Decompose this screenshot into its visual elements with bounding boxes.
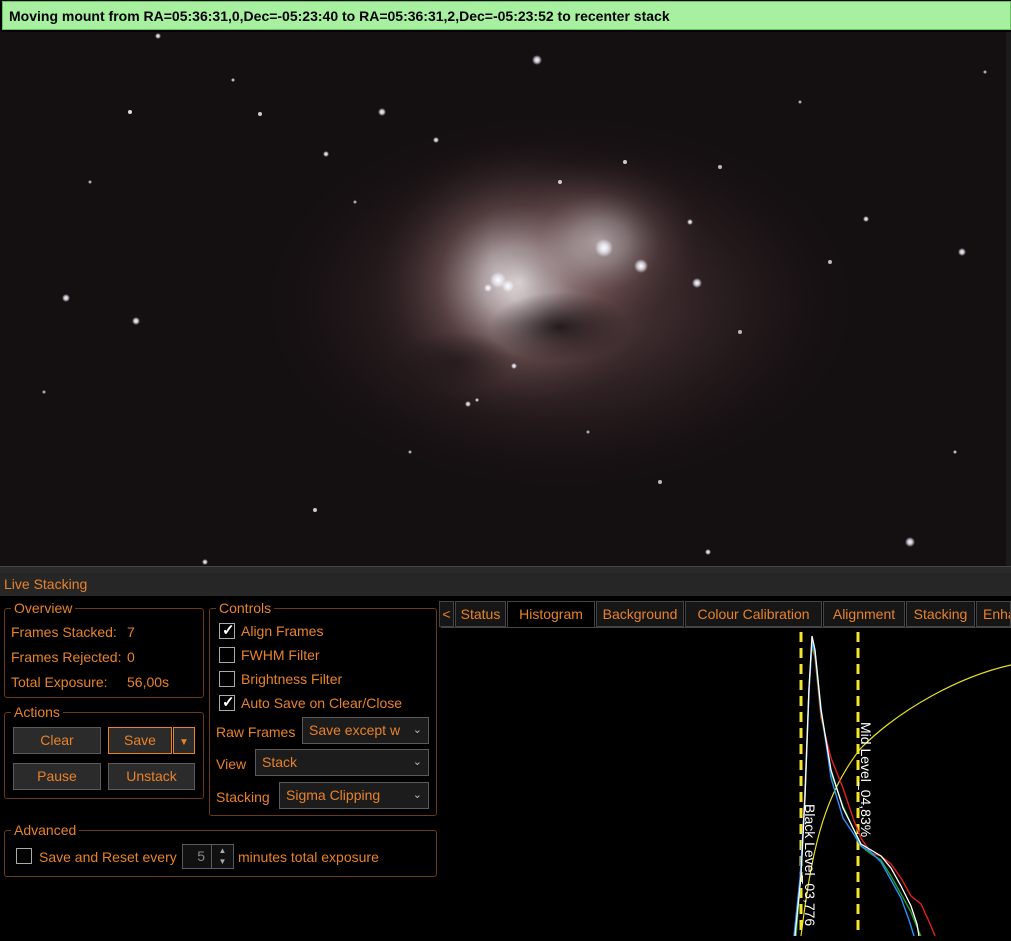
- frames-rejected-label: Frames Rejected:: [11, 649, 122, 665]
- chevron-down-icon[interactable]: ▼: [212, 856, 233, 867]
- pause-button[interactable]: Pause: [13, 763, 101, 790]
- raw-frames-value: Save except w: [309, 722, 401, 738]
- unstack-button[interactable]: Unstack: [108, 763, 195, 790]
- black-level-label: Black Level_03,776: [802, 804, 818, 926]
- overview-group: Overview Frames Stacked: 7 Frames Reject…: [4, 599, 204, 698]
- tab-scroll-left-button[interactable]: <: [439, 601, 454, 627]
- stacking-value: Sigma Clipping: [286, 787, 381, 803]
- advanced-group: Advanced Save and Reset every 5 ▲ ▼ minu…: [4, 821, 437, 877]
- advanced-label: Advanced: [11, 821, 80, 839]
- auto-save-checkbox[interactable]: ✓: [219, 694, 235, 711]
- align-frames-checkbox[interactable]: ✓: [219, 622, 235, 639]
- stacking-label: Stacking: [216, 789, 270, 805]
- raw-frames-select[interactable]: Save except w ⌄: [302, 717, 429, 744]
- tab-bar: < Status Histogram Background Colour Cal…: [439, 601, 1011, 628]
- minutes-suffix-label: minutes total exposure: [238, 849, 379, 865]
- brightness-filter-label: Brightness Filter: [241, 671, 343, 687]
- check-icon: ✓: [222, 694, 235, 711]
- histogram-chart: Black Level_03,776 Mid Level_04,83%: [793, 632, 1011, 937]
- frames-rejected-value: 0: [127, 649, 135, 665]
- view-label: View: [216, 756, 247, 772]
- raw-frames-label: Raw Frames: [216, 724, 296, 740]
- save-button[interactable]: Save: [108, 727, 172, 754]
- chevron-down-icon: ⌄: [412, 789, 422, 801]
- total-exposure-label: Total Exposure:: [11, 674, 108, 690]
- align-frames-label: Align Frames: [241, 623, 324, 639]
- chevron-up-icon[interactable]: ▲: [212, 845, 233, 856]
- view-select[interactable]: Stack ⌄: [255, 749, 429, 776]
- check-icon: ✓: [222, 622, 235, 639]
- tab-histogram[interactable]: Histogram: [507, 601, 595, 628]
- status-bar: Moving mount from RA=05:36:31,0,Dec=-05:…: [0, 0, 1011, 32]
- actions-label: Actions: [11, 703, 63, 721]
- spinner-buttons[interactable]: ▲ ▼: [211, 845, 233, 868]
- chevron-down-icon: ⌄: [412, 724, 422, 736]
- chevron-down-icon: ▼: [179, 737, 189, 748]
- live-stacking-panel: Live Stacking Overview Frames Stacked: 7…: [0, 573, 1011, 937]
- actions-group: Actions Clear Save ▼ Pause Unstack: [4, 703, 204, 799]
- controls-label: Controls: [216, 599, 275, 617]
- frames-stacked-value: 7: [127, 624, 135, 640]
- stack-image-viewport[interactable]: [0, 32, 1006, 566]
- tab-colour-calibration[interactable]: Colour Calibration: [685, 601, 822, 627]
- tab-status[interactable]: Status: [455, 601, 506, 627]
- fwhm-filter-checkbox[interactable]: [219, 647, 235, 663]
- tab-alignment[interactable]: Alignment: [823, 601, 905, 627]
- tab-stacking[interactable]: Stacking: [906, 601, 975, 627]
- fwhm-filter-label: FWHM Filter: [241, 647, 320, 663]
- panel-title: Live Stacking: [0, 573, 1011, 596]
- view-value: Stack: [262, 754, 298, 770]
- tab-enhancement[interactable]: Enha: [976, 601, 1011, 627]
- chevron-down-icon: ⌄: [412, 756, 422, 768]
- clear-button[interactable]: Clear: [13, 727, 101, 754]
- mid-level-label: Mid Level_04,83%: [858, 722, 874, 837]
- frames-stacked-label: Frames Stacked:: [11, 624, 117, 640]
- minutes-spinner[interactable]: 5 ▲ ▼: [182, 844, 234, 869]
- total-exposure-value: 56,00s: [127, 674, 170, 690]
- controls-group: Controls ✓ Align Frames FWHM Filter Brig…: [209, 599, 437, 816]
- stacking-select[interactable]: Sigma Clipping ⌄: [279, 782, 429, 809]
- save-reset-label: Save and Reset every: [39, 849, 177, 865]
- auto-save-label: Auto Save on Clear/Close: [241, 695, 403, 711]
- nebula-image: [0, 32, 1006, 566]
- overview-label: Overview: [11, 599, 76, 617]
- panel-splitter[interactable]: [0, 566, 1011, 573]
- tab-background[interactable]: Background: [596, 601, 684, 627]
- viewport-scrollbar[interactable]: [1006, 32, 1011, 566]
- minutes-value: 5: [197, 848, 205, 864]
- brightness-filter-checkbox[interactable]: [219, 671, 235, 687]
- save-dropdown-button[interactable]: ▼: [173, 727, 195, 754]
- status-message: Moving mount from RA=05:36:31,0,Dec=-05:…: [2, 1, 1011, 30]
- histogram-panel[interactable]: Black Level_03,776 Mid Level_04,83%: [441, 627, 1011, 937]
- save-reset-checkbox[interactable]: [16, 848, 32, 864]
